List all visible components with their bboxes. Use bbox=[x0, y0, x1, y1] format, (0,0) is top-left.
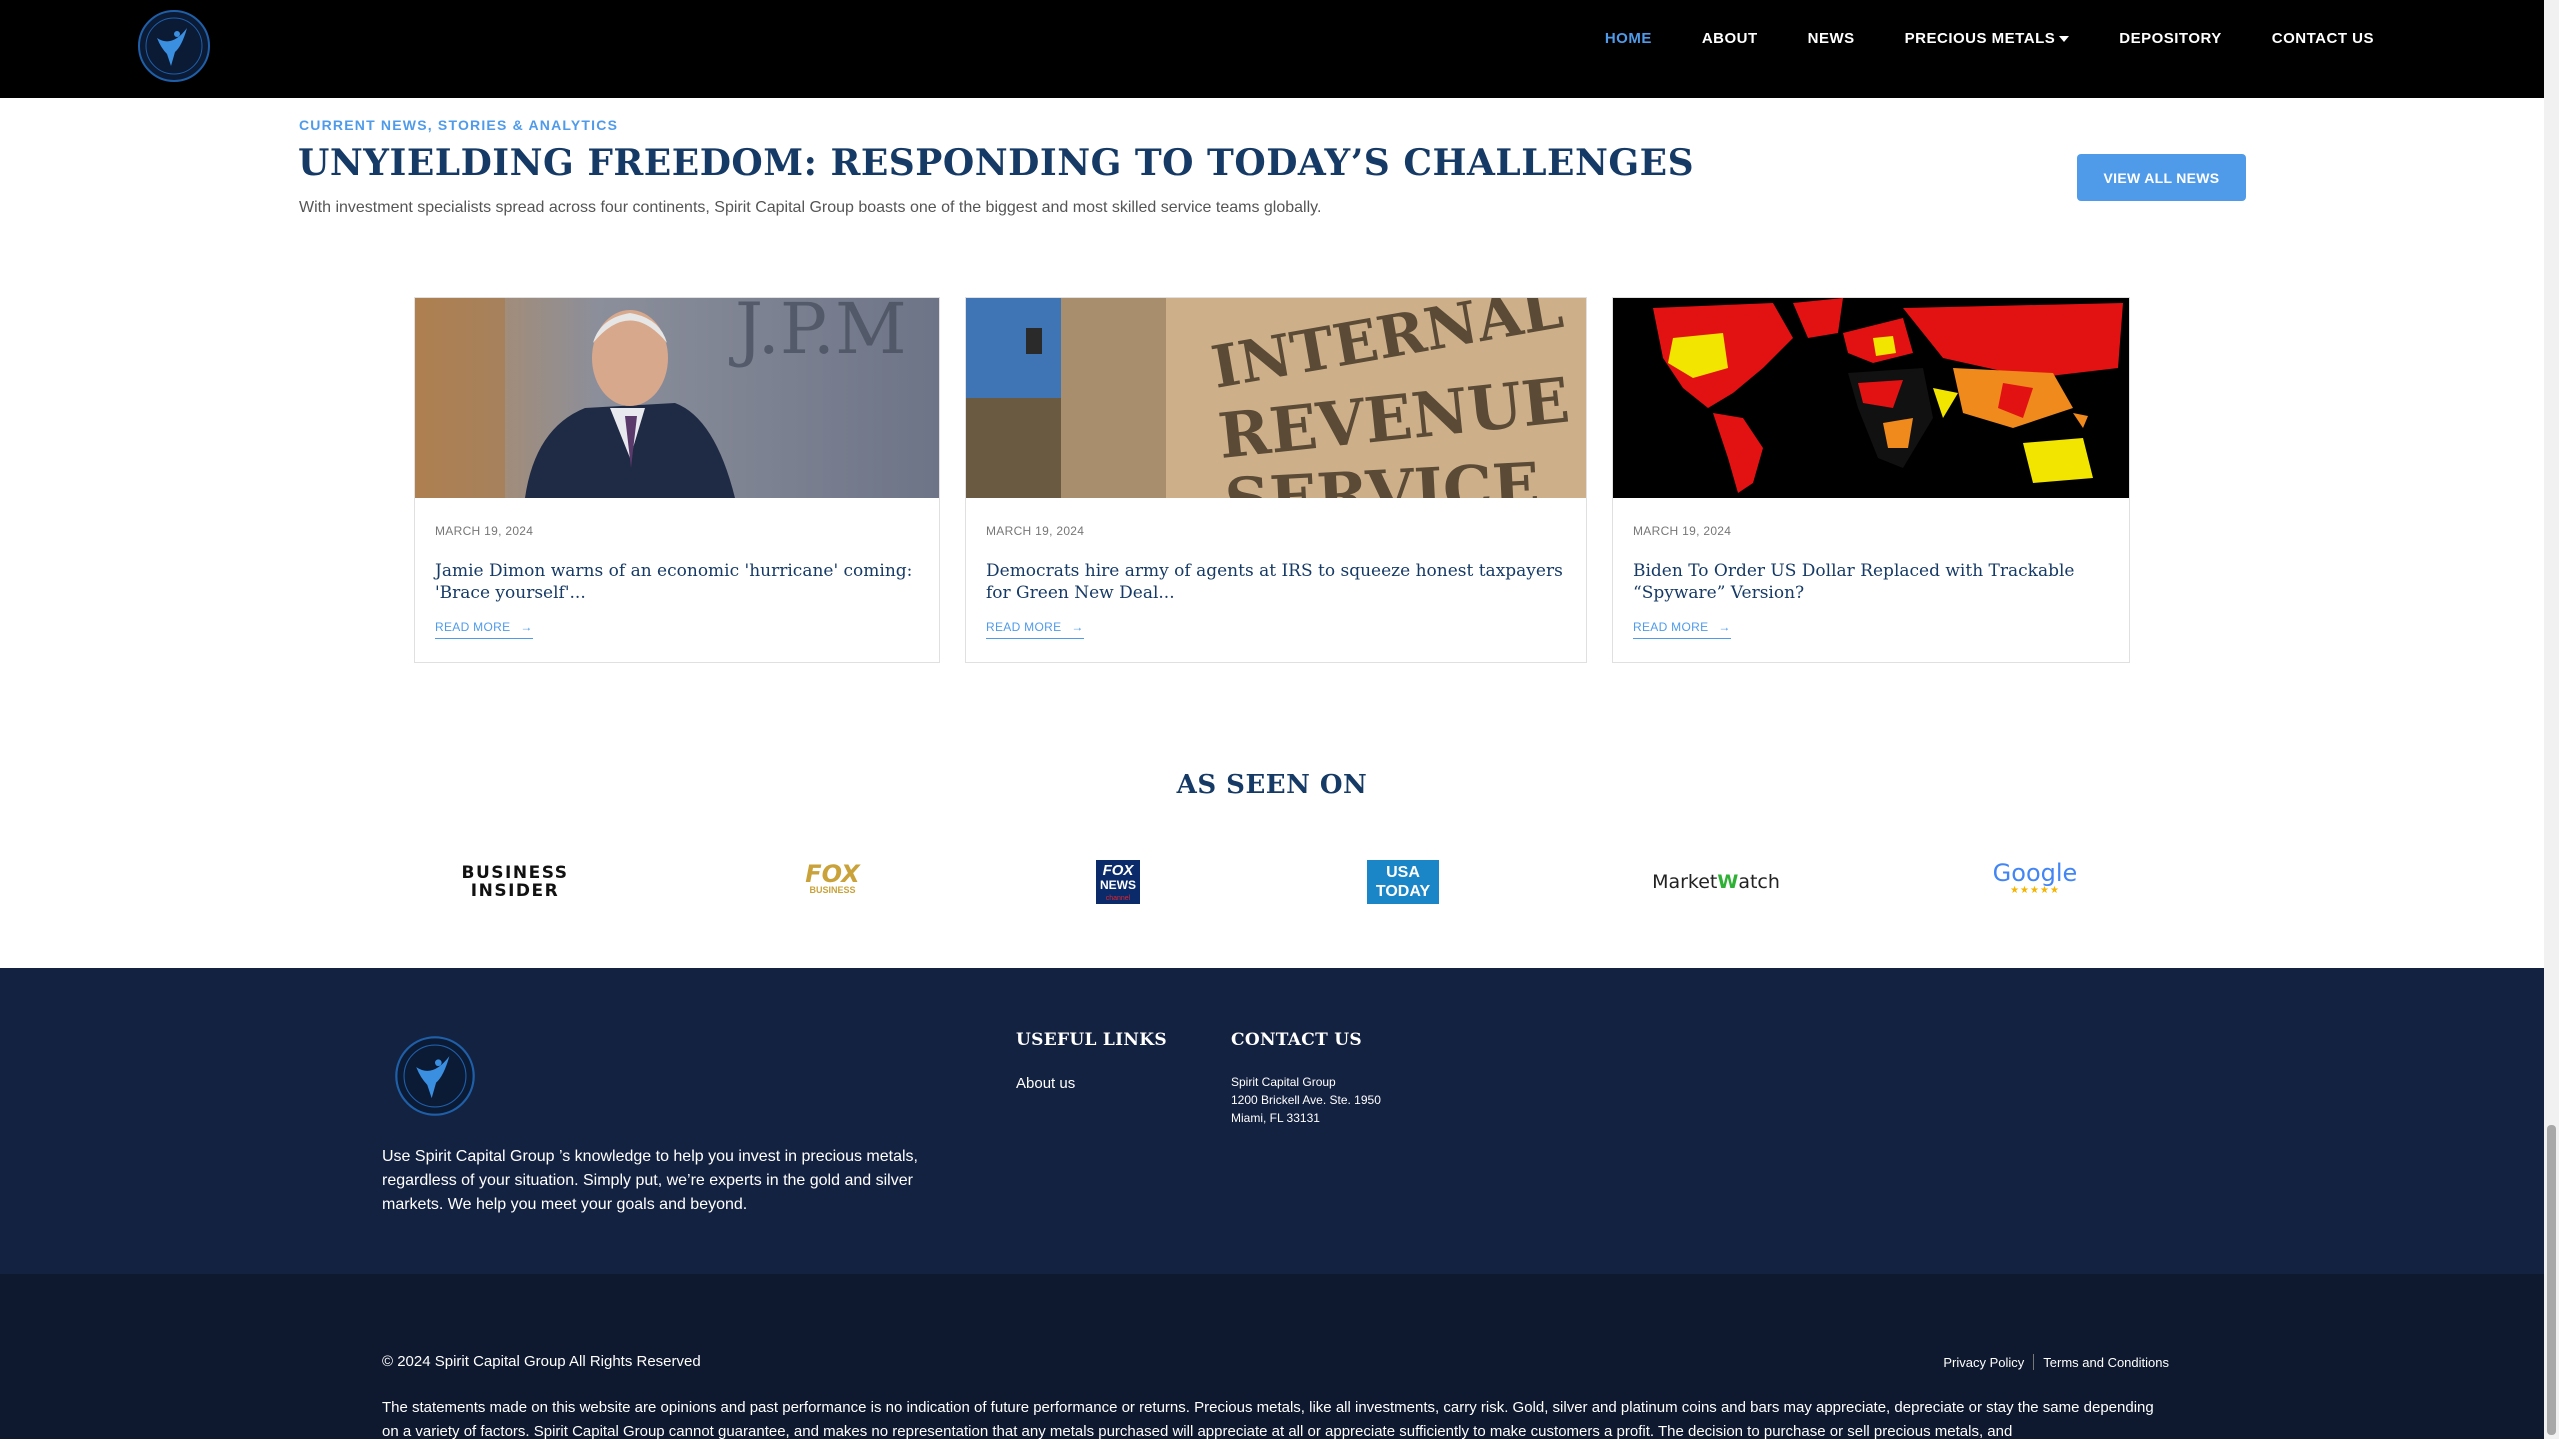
nav-news[interactable]: NEWS bbox=[1783, 28, 1880, 49]
business-insider-line-1: BUSINESS bbox=[461, 863, 569, 883]
business-insider-line-2: INSIDER bbox=[470, 881, 560, 901]
business-insider-logo: BUSINESS INSIDER bbox=[455, 858, 575, 906]
news-card-date: MARCH 19, 2024 bbox=[435, 524, 534, 538]
usa-today-line-1: USA bbox=[1386, 864, 1420, 881]
terms-link[interactable]: Terms and Conditions bbox=[2043, 1355, 2169, 1370]
nav-home[interactable]: HOME bbox=[1580, 28, 1677, 49]
nav-depository[interactable]: DEPOSITORY bbox=[2094, 28, 2247, 49]
copyright-text: © 2024 Spirit Capital Group All Rights R… bbox=[382, 1353, 701, 1370]
footer-link-about-us[interactable]: About us bbox=[1016, 1075, 1075, 1092]
news-card-image[interactable]: J.P.M bbox=[415, 298, 939, 498]
fox-news-mark: FOX bbox=[1102, 862, 1134, 879]
arrow-right-icon: → bbox=[1071, 620, 1084, 634]
news-card[interactable]: INTERNAL REVENUE SERVICE MARCH 19, 2024 … bbox=[965, 297, 1587, 663]
news-eyebrow: CURRENT NEWS, STORIES & ANALYTICS bbox=[299, 117, 619, 133]
as-seen-on-title: AS SEEN ON bbox=[1176, 770, 1368, 800]
fox-business-sub: BUSINESS bbox=[809, 885, 856, 895]
footer-address: Spirit Capital Group 1200 Brickell Ave. … bbox=[1231, 1073, 1381, 1127]
fox-news-logo: FOX NEWS channel bbox=[1095, 858, 1141, 906]
site-logo[interactable] bbox=[137, 8, 211, 84]
footer-contact-heading: CONTACT US bbox=[1231, 1030, 1362, 1050]
main-nav: HOME ABOUT NEWS PRECIOUS METALS DEPOSITO… bbox=[1580, 28, 2399, 49]
google-reviews-logo: Google ★★★★★ bbox=[1990, 858, 2080, 906]
fox-news-channel: channel bbox=[1105, 895, 1131, 902]
fox-business-mark: FOX bbox=[805, 860, 860, 888]
news-card-image[interactable]: INTERNAL REVENUE SERVICE bbox=[966, 298, 1586, 498]
address-line: Miami, FL 33131 bbox=[1231, 1111, 1320, 1125]
marketwatch-text-a: Market bbox=[1652, 871, 1718, 893]
marketwatch-logo: Market Watch bbox=[1652, 858, 1780, 906]
footer-about-text: Use Spirit Capital Group ’s knowledge to… bbox=[382, 1148, 918, 1213]
view-all-news-button[interactable]: VIEW ALL NEWS bbox=[2077, 154, 2246, 201]
link-divider bbox=[2033, 1354, 2035, 1370]
news-card[interactable]: MARCH 19, 2024 Biden To Order US Dollar … bbox=[1612, 297, 2130, 663]
scrollbar-thumb[interactable] bbox=[2547, 1125, 2556, 1435]
nav-contact[interactable]: CONTACT US bbox=[2247, 28, 2399, 49]
arrow-right-icon: → bbox=[1718, 620, 1731, 634]
usa-today-line-2: TODAY bbox=[1375, 883, 1431, 900]
privacy-policy-link[interactable]: Privacy Policy bbox=[1943, 1355, 2024, 1370]
read-more-label: READ MORE bbox=[986, 620, 1062, 634]
nav-about[interactable]: ABOUT bbox=[1677, 28, 1783, 49]
read-more-link[interactable]: READ MORE → bbox=[1633, 620, 1731, 639]
jpm-wall-text: J.P.M bbox=[729, 298, 907, 370]
news-subhead: With investment specialists spread acros… bbox=[299, 199, 1322, 216]
address-line: Spirit Capital Group bbox=[1231, 1075, 1336, 1089]
usa-today-logo: USA TODAY bbox=[1366, 858, 1440, 906]
caret-down-icon bbox=[2059, 36, 2070, 43]
disclaimer-text: The statements made on this website are … bbox=[382, 1399, 2154, 1439]
marketwatch-text-b: Watch bbox=[1717, 871, 1780, 893]
arrow-right-icon: → bbox=[520, 620, 533, 634]
news-card-date: MARCH 19, 2024 bbox=[986, 524, 1085, 538]
site-header: HOME ABOUT NEWS PRECIOUS METALS DEPOSITO… bbox=[0, 0, 2544, 98]
nav-precious-metals[interactable]: PRECIOUS METALS bbox=[1880, 28, 2095, 49]
read-more-link[interactable]: READ MORE → bbox=[435, 620, 533, 639]
address-line: 1200 Brickell Ave. Ste. 1950 bbox=[1231, 1093, 1381, 1107]
read-more-label: READ MORE bbox=[435, 620, 511, 634]
read-more-link[interactable]: READ MORE → bbox=[986, 620, 1084, 639]
useful-links-heading: USEFUL LINKS bbox=[1016, 1030, 1167, 1050]
news-card-title[interactable]: Biden To Order US Dollar Replaced with T… bbox=[1633, 560, 2109, 604]
news-card[interactable]: J.P.M MARCH 19, 2024 Jamie Dimon warns o… bbox=[414, 297, 940, 663]
news-card-date: MARCH 19, 2024 bbox=[1633, 524, 1732, 538]
page-scrollbar[interactable] bbox=[2544, 0, 2559, 1439]
fox-business-logo: FOX BUSINESS bbox=[795, 858, 870, 906]
news-headline: UNYIELDING FREEDOM: RESPONDING TO TODAY’… bbox=[298, 142, 1695, 184]
google-wordmark: Google bbox=[1992, 859, 2078, 887]
read-more-label: READ MORE bbox=[1633, 620, 1709, 634]
news-card-image[interactable] bbox=[1613, 298, 2129, 498]
footer-logo[interactable] bbox=[393, 1034, 477, 1118]
legal-links: Privacy Policy Terms and Conditions bbox=[1943, 1354, 2169, 1370]
news-card-title[interactable]: Democrats hire army of agents at IRS to … bbox=[986, 560, 1566, 604]
news-card-title[interactable]: Jamie Dimon warns of an economic 'hurric… bbox=[435, 560, 919, 604]
fox-news-sub: NEWS bbox=[1100, 878, 1136, 892]
nav-precious-metals-label: PRECIOUS METALS bbox=[1904, 30, 2056, 47]
